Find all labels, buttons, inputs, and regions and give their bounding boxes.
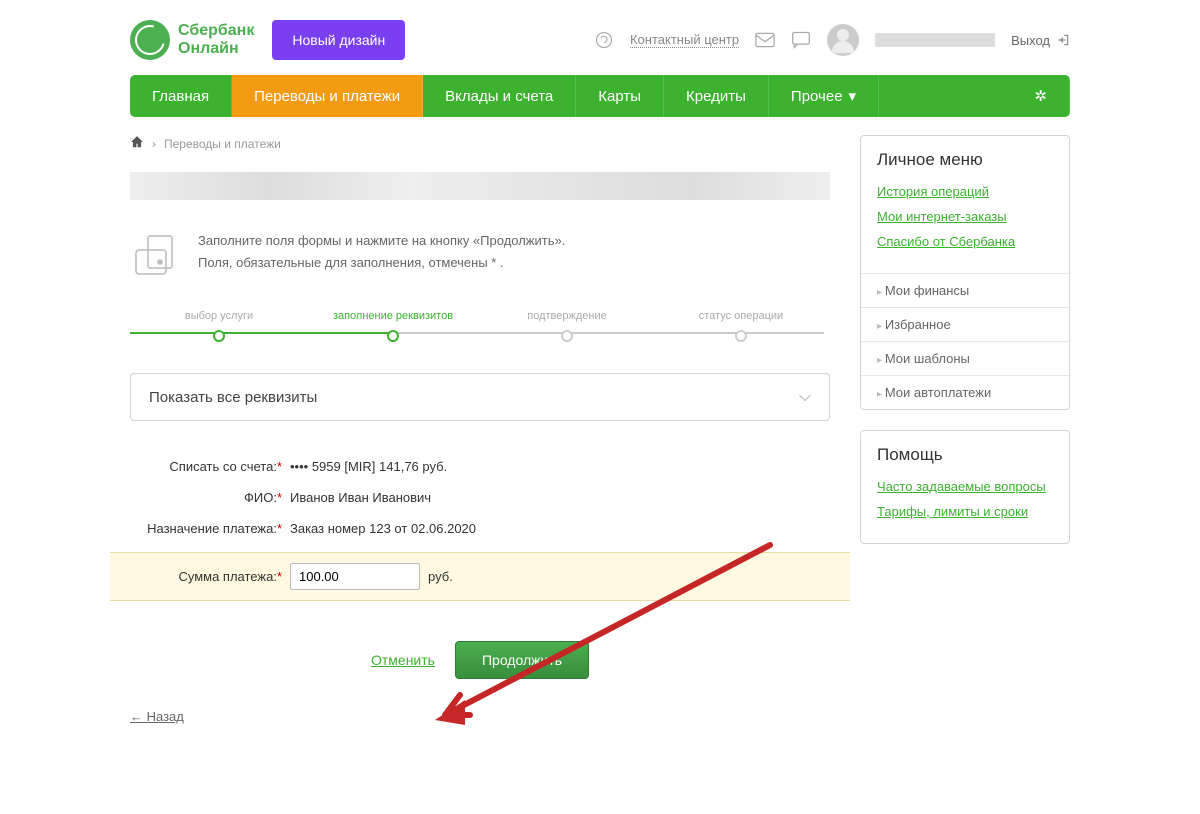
new-design-button[interactable]: Новый дизайн	[272, 20, 405, 60]
cancel-link[interactable]: Отменить	[371, 652, 435, 668]
contact-center-link[interactable]: Контактный центр	[630, 32, 739, 48]
avatar[interactable]	[827, 24, 859, 56]
personal-menu-box: Личное меню История операций Мои интерне…	[860, 135, 1070, 410]
link-faq[interactable]: Часто задаваемые вопросы	[877, 479, 1053, 494]
chat-icon[interactable]	[791, 30, 811, 50]
logo-text: Сбербанк Онлайн	[178, 22, 254, 57]
intro-block: Заполните поля формы и нажмите на кнопку…	[130, 230, 830, 280]
gear-icon: ✲	[1034, 87, 1047, 105]
link-history[interactable]: История операций	[877, 184, 1053, 199]
logo[interactable]: Сбербанк Онлайн	[130, 20, 254, 60]
mail-icon[interactable]	[755, 30, 775, 50]
main-nav: Главная Переводы и платежи Вклады и счет…	[130, 75, 1070, 117]
breadcrumb: › Переводы и платежи	[130, 135, 830, 152]
nav-settings[interactable]: ✲	[1012, 75, 1070, 117]
link-orders[interactable]: Мои интернет-заказы	[877, 209, 1053, 224]
link-thanks[interactable]: Спасибо от Сбербанка	[877, 234, 1053, 249]
user-name-redacted	[875, 33, 995, 47]
row-favorites[interactable]: Избранное	[861, 307, 1069, 341]
main-content: › Переводы и платежи Заполните поля форм…	[130, 135, 830, 724]
show-all-details-toggle[interactable]: Показать все реквизиты ⌵	[130, 373, 830, 421]
nav-deposits[interactable]: Вклады и счета	[423, 75, 576, 117]
step-1: выбор услуги	[132, 310, 306, 345]
row-amount: Сумма платежа:* руб.	[110, 552, 850, 601]
step-2: заполнение реквизитов	[306, 310, 480, 345]
nav-credits[interactable]: Кредиты	[664, 75, 769, 117]
step-4: статус операции	[654, 310, 828, 345]
help-box: Помощь Часто задаваемые вопросы Тарифы, …	[860, 430, 1070, 544]
nav-transfers[interactable]: Переводы и платежи	[232, 75, 423, 117]
back-link[interactable]: Назад	[130, 709, 830, 724]
row-finances[interactable]: Мои финансы	[861, 273, 1069, 307]
wallet-icon	[130, 230, 180, 280]
row-account: Списать со счета:* •••• 5959 [MIR] 141,7…	[130, 451, 830, 482]
account-value: •••• 5959 [MIR] 141,76 руб.	[290, 459, 447, 474]
nav-other[interactable]: Прочее ▾	[769, 75, 879, 117]
row-templates[interactable]: Мои шаблоны	[861, 341, 1069, 375]
intro-line2: Поля, обязательные для заполнения, отмеч…	[198, 252, 565, 274]
personal-menu-title: Личное меню	[861, 136, 1069, 184]
step-3: подтверждение	[480, 310, 654, 345]
fio-value: Иванов Иван Иванович	[290, 490, 431, 505]
redacted-title	[130, 172, 830, 200]
row-fio: ФИО:* Иванов Иван Иванович	[130, 482, 830, 513]
link-tariffs[interactable]: Тарифы, лимиты и сроки	[877, 504, 1053, 519]
nav-cards[interactable]: Карты	[576, 75, 664, 117]
amount-input[interactable]	[290, 563, 420, 590]
continue-button[interactable]: Продолжить	[455, 641, 589, 679]
row-autopay[interactable]: Мои автоплатежи	[861, 375, 1069, 409]
sidebar: Личное меню История операций Мои интерне…	[860, 135, 1070, 724]
progress-steps: выбор услуги заполнение реквизитов подтв…	[130, 310, 830, 345]
phone-icon	[594, 30, 614, 50]
logout-icon	[1056, 33, 1070, 47]
topbar: Сбербанк Онлайн Новый дизайн Контактный …	[130, 0, 1070, 75]
help-title: Помощь	[861, 431, 1069, 479]
nav-main[interactable]: Главная	[130, 75, 232, 117]
amount-unit: руб.	[428, 569, 453, 584]
chevron-down-icon: ▾	[849, 87, 857, 105]
breadcrumb-item[interactable]: Переводы и платежи	[164, 137, 281, 151]
logo-icon	[130, 20, 170, 60]
purpose-value: Заказ номер 123 от 02.06.2020	[290, 521, 476, 536]
row-purpose: Назначение платежа:* Заказ номер 123 от …	[130, 513, 830, 544]
intro-line1: Заполните поля формы и нажмите на кнопку…	[198, 230, 565, 252]
chevron-down-icon: ⌵	[799, 388, 811, 406]
home-icon[interactable]	[130, 135, 144, 152]
logout-link[interactable]: Выход	[1011, 33, 1070, 48]
